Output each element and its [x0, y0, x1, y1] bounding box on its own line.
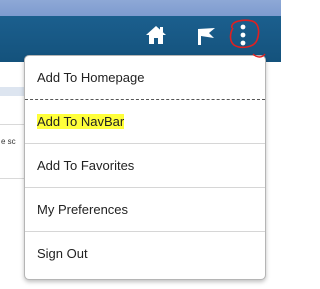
menu-item-label: Sign Out — [37, 246, 88, 261]
menu-item-label: Add To Favorites — [37, 158, 135, 173]
menu-item-label: My Preferences — [37, 202, 129, 217]
annotation-arc — [252, 53, 266, 58]
background-text: e sc — [1, 137, 16, 146]
menu-item-sign-out[interactable]: Sign Out — [25, 232, 265, 276]
menu-item-my-preferences[interactable]: My Preferences — [25, 188, 265, 232]
menu-item-label: Add To Homepage — [37, 70, 145, 85]
menu-item-add-to-navbar[interactable]: Add To NavBar — [25, 100, 265, 144]
home-icon[interactable] — [145, 25, 167, 45]
menu-item-add-to-homepage[interactable]: Add To Homepage — [25, 56, 265, 100]
flag-icon[interactable] — [195, 24, 217, 46]
menu-item-label: Add To NavBar — [37, 114, 125, 129]
actions-menu: Add To Homepage Add To NavBar Add To Fav… — [24, 55, 266, 280]
menu-item-add-to-favorites[interactable]: Add To Favorites — [25, 144, 265, 188]
top-banner — [0, 0, 281, 16]
annotation-circle — [229, 19, 260, 49]
